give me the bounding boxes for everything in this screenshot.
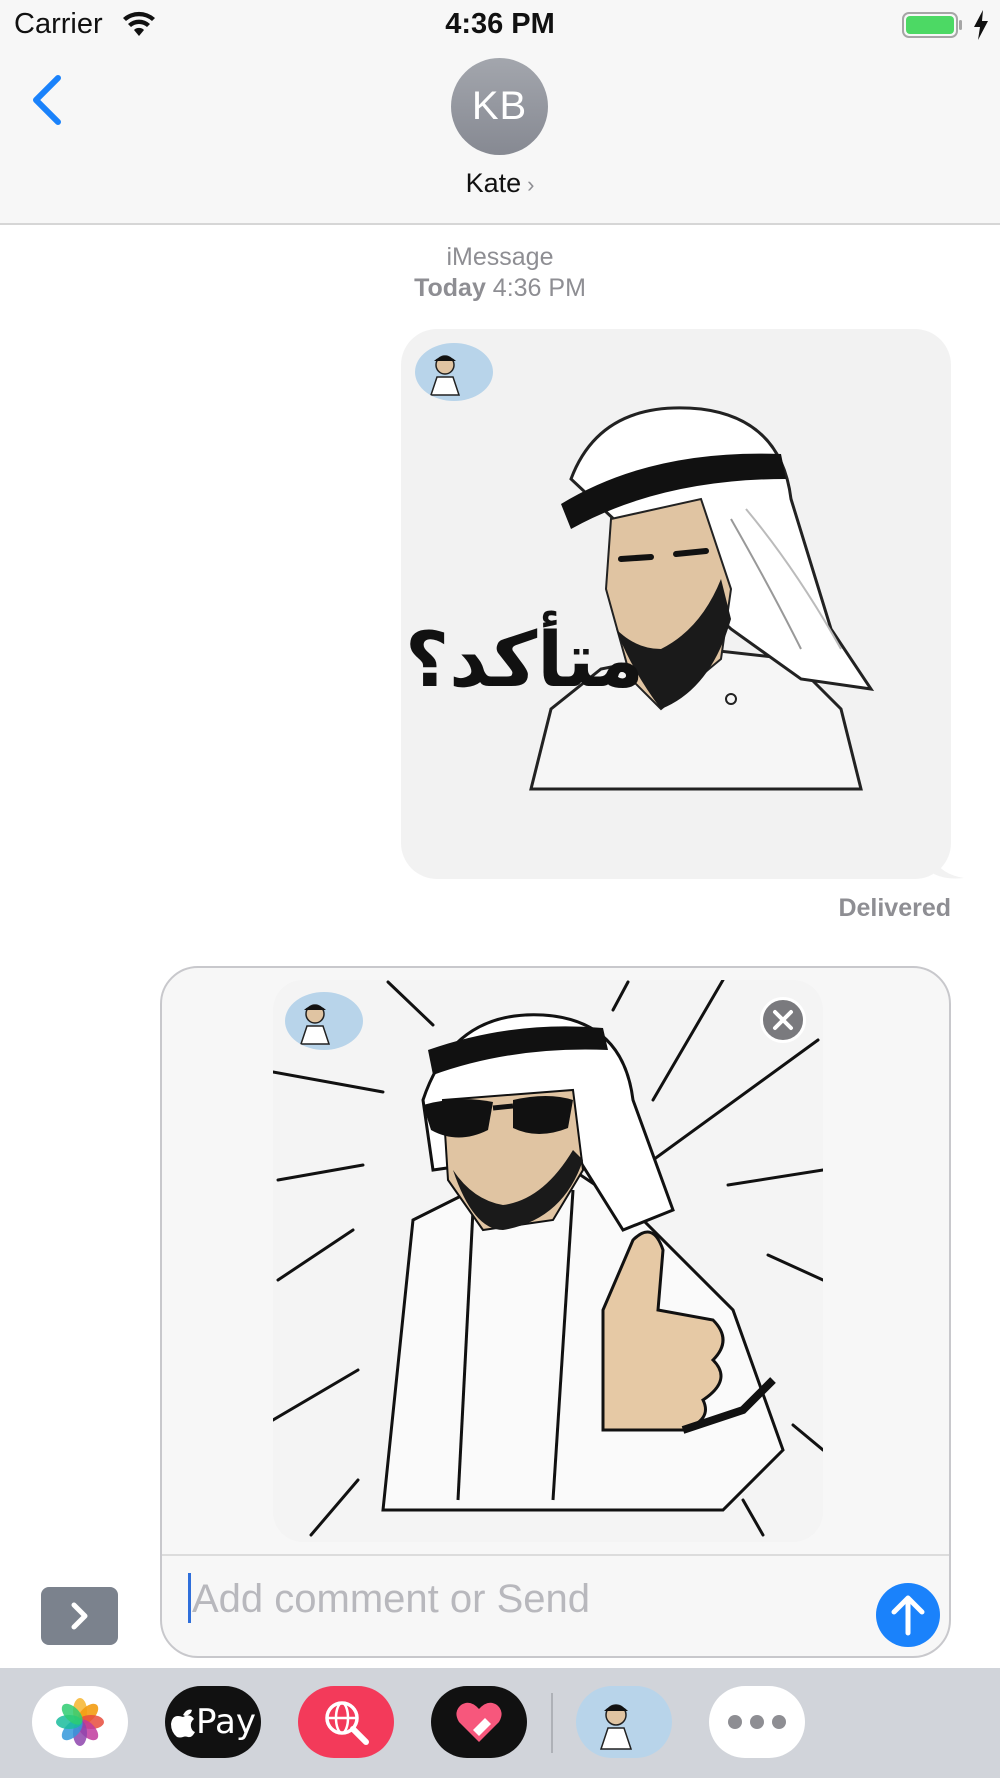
message-input[interactable] xyxy=(192,1574,842,1624)
compose-divider xyxy=(162,1554,949,1556)
sticker-man-ghutra-illustration xyxy=(529,406,875,791)
drawer-separator xyxy=(551,1693,553,1753)
timestamp-time: 4:36 PM xyxy=(492,274,586,302)
message-timestamp: Today 4:36 PM xyxy=(0,274,1000,303)
chevron-left-icon xyxy=(33,75,61,125)
app-photos[interactable] xyxy=(32,1686,128,1758)
chevron-right-icon xyxy=(71,1602,88,1630)
expand-apps-button[interactable] xyxy=(41,1587,118,1645)
photos-icon xyxy=(56,1698,104,1746)
contact-name: Kate xyxy=(465,168,522,198)
sticker-app-icon xyxy=(299,1004,331,1045)
sticker-app-icon xyxy=(429,355,461,396)
timestamp-day: Today xyxy=(414,274,486,302)
app-more[interactable] xyxy=(709,1686,805,1758)
app-digital-touch[interactable] xyxy=(431,1686,527,1758)
sticker-app-icon xyxy=(599,1704,633,1750)
chevron-right-icon: › xyxy=(527,172,535,197)
close-icon xyxy=(773,1010,793,1030)
more-icon xyxy=(728,1715,786,1729)
apple-icon xyxy=(171,1709,196,1738)
contact-avatar[interactable]: KB xyxy=(451,58,548,155)
send-button[interactable] xyxy=(876,1583,940,1647)
service-label: iMessage xyxy=(446,243,554,271)
sticker-caption: متأكد؟ xyxy=(405,615,644,704)
text-caret xyxy=(188,1573,191,1623)
contact-name-button[interactable]: Kate › xyxy=(0,168,1000,199)
app-web-search[interactable] xyxy=(298,1686,394,1758)
sticker-app-badge[interactable] xyxy=(285,992,363,1050)
arrow-up-icon xyxy=(891,1595,925,1636)
charging-bolt-icon xyxy=(974,10,988,40)
remove-sticker-button[interactable] xyxy=(760,997,806,1043)
back-button[interactable] xyxy=(26,70,72,130)
sticker-man-sunglasses-thumbs-up-illustration xyxy=(273,980,823,1537)
heart-icon xyxy=(456,1702,502,1742)
conversation-header: Carrier 4:36 PM KB Kate › xyxy=(0,0,1000,225)
app-apple-pay[interactable]: Pay xyxy=(165,1686,261,1758)
delivery-status: Delivered xyxy=(838,894,951,922)
avatar-initials: KB xyxy=(471,84,528,128)
sticker-app-badge[interactable] xyxy=(415,343,493,401)
battery-charging-icon xyxy=(902,12,962,38)
app-sticker-pack[interactable] xyxy=(576,1686,672,1758)
globe-search-icon xyxy=(325,1701,369,1745)
bubble-tail xyxy=(934,858,964,879)
sent-sticker-message[interactable]: متأكد؟ xyxy=(401,329,951,879)
status-time: 4:36 PM xyxy=(445,8,555,40)
staged-sticker-preview[interactable] xyxy=(273,980,823,1542)
apple-pay-label: Pay xyxy=(196,1702,256,1742)
